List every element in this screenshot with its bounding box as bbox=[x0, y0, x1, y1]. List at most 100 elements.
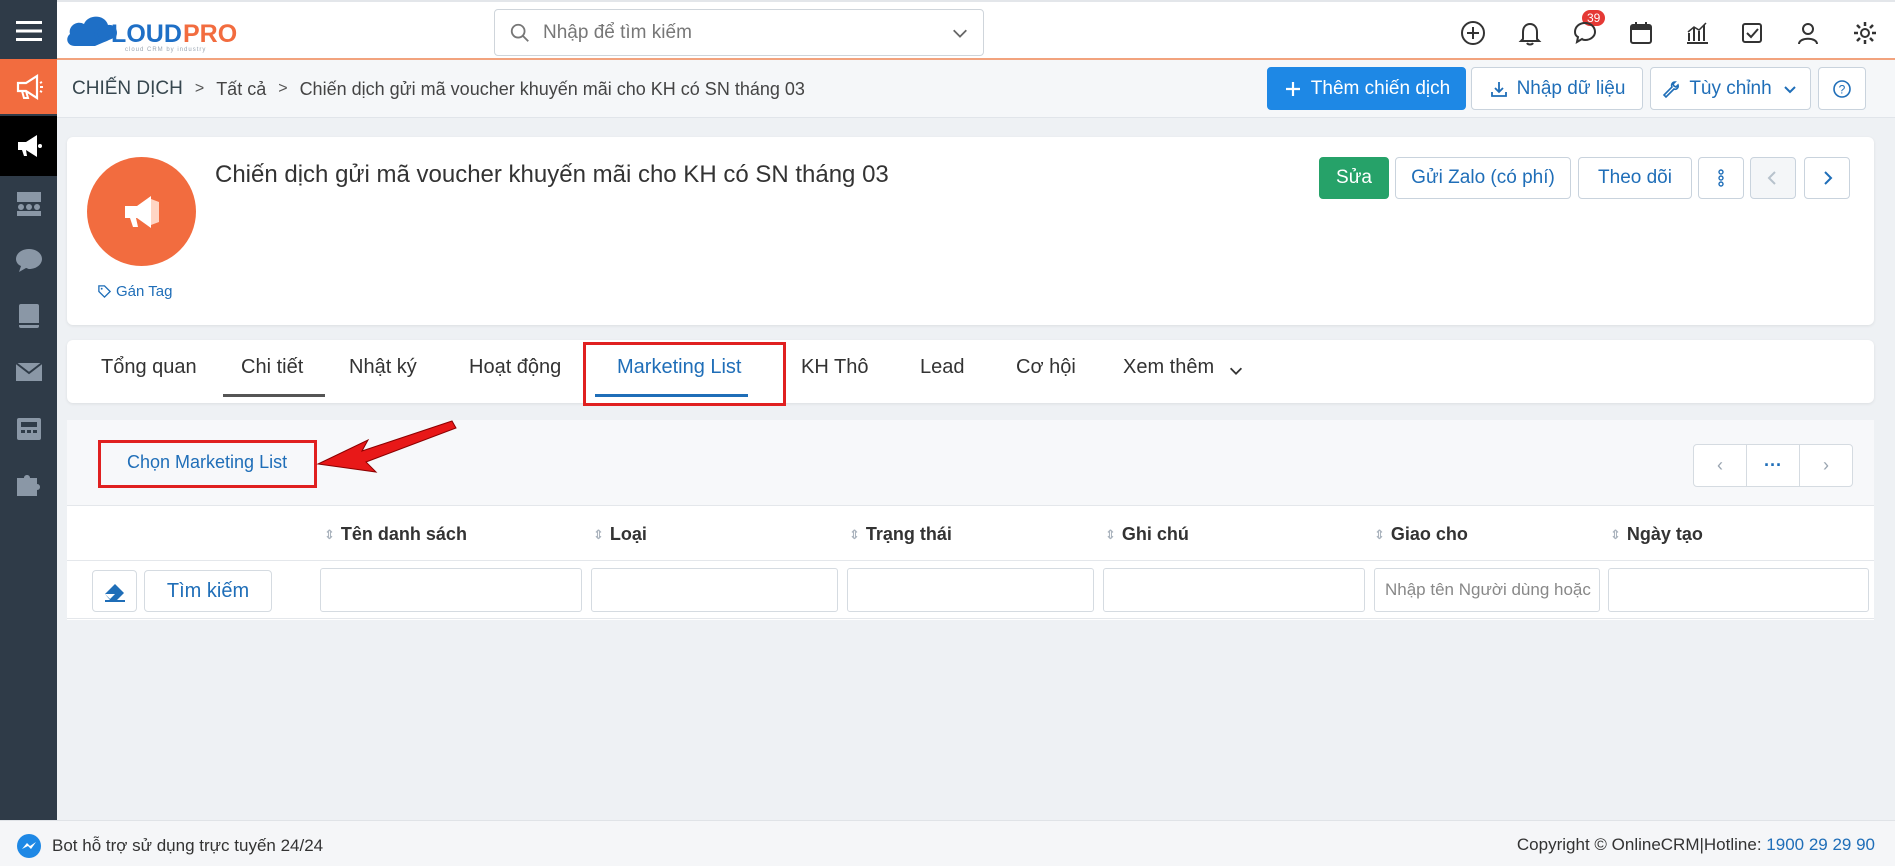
campaign-avatar bbox=[87, 157, 196, 266]
tab-details[interactable]: Chi tiết bbox=[241, 356, 303, 379]
filter-divider bbox=[67, 618, 1874, 619]
pager-more-button[interactable]: ··· bbox=[1747, 445, 1800, 486]
tab-log[interactable]: Nhật ký bbox=[349, 356, 417, 379]
sidebar-item-knowledge[interactable] bbox=[0, 288, 57, 344]
svg-text:CLOUD: CLOUD bbox=[93, 20, 182, 48]
sidebar-item-email[interactable] bbox=[0, 344, 57, 400]
hamburger-menu-icon[interactable] bbox=[0, 3, 57, 59]
column-label: Trạng thái bbox=[865, 524, 952, 544]
customize-dropdown[interactable]: Tùy chỉnh bbox=[1650, 67, 1811, 110]
chevron-down-icon[interactable] bbox=[951, 24, 969, 42]
notification-button[interactable] bbox=[1516, 19, 1544, 47]
edit-button[interactable]: Sửa bbox=[1319, 157, 1389, 199]
breadcrumb-all[interactable]: Tất cả bbox=[216, 79, 266, 100]
add-campaign-button[interactable]: Thêm chiến dịch bbox=[1267, 67, 1466, 110]
send-zalo-button[interactable]: Gửi Zalo (có phí) bbox=[1395, 157, 1571, 199]
column-header-type[interactable]: ⇕ Loại bbox=[593, 524, 647, 545]
tab-lead[interactable]: Lead bbox=[920, 356, 965, 379]
sidebar-item-plugins[interactable] bbox=[0, 456, 57, 512]
record-header-card: Gán Tag Chiến dịch gửi mã voucher khuyến… bbox=[67, 137, 1874, 325]
assign-tag-link[interactable]: Gán Tag bbox=[97, 283, 172, 300]
previous-record-button[interactable] bbox=[1750, 157, 1796, 199]
book-icon bbox=[18, 304, 39, 328]
next-record-button[interactable] bbox=[1804, 157, 1850, 199]
chevron-down-icon[interactable] bbox=[1227, 362, 1245, 380]
column-label: Tên danh sách bbox=[340, 524, 467, 544]
tab-details-underline bbox=[223, 394, 325, 397]
chart-icon bbox=[1687, 22, 1708, 44]
sidebar-item-fax[interactable] bbox=[0, 400, 57, 456]
search-filter-button[interactable]: Tìm kiếm bbox=[144, 570, 272, 612]
sidebar-item-meeting[interactable] bbox=[0, 176, 57, 232]
breadcrumb: CHIẾN DỊCH > Tất cả > Chiến dịch gửi mã … bbox=[72, 78, 805, 100]
send-zalo-label: Gửi Zalo (có phí) bbox=[1411, 167, 1555, 188]
global-search-box[interactable]: Nhập để tìm kiếm bbox=[494, 9, 984, 56]
tasks-button[interactable] bbox=[1738, 19, 1766, 47]
filter-type-input[interactable] bbox=[591, 568, 838, 612]
tab-opportunity[interactable]: Cơ hội bbox=[1016, 356, 1076, 379]
search-input[interactable]: Nhập để tìm kiếm bbox=[543, 22, 951, 44]
top-bar: CLOUD PRO cloud CRM by industry Nhập để … bbox=[57, 0, 1895, 60]
sort-icon: ⇕ bbox=[1105, 527, 1116, 542]
breadcrumb-module[interactable]: CHIẾN DỊCH bbox=[72, 78, 183, 100]
filter-created-date-input[interactable] bbox=[1608, 568, 1869, 612]
puzzle-icon bbox=[16, 475, 40, 496]
add-icon[interactable] bbox=[1459, 19, 1487, 47]
filter-assigned-to-input[interactable]: Nhập tên Người dùng hoặc bbox=[1374, 568, 1600, 612]
sidebar-item-chat[interactable] bbox=[0, 232, 57, 288]
download-icon bbox=[1490, 81, 1507, 97]
column-header-created-date[interactable]: ⇕ Ngày tạo bbox=[1610, 524, 1703, 545]
follow-button[interactable]: Theo dõi bbox=[1578, 157, 1692, 199]
assign-tag-label: Gán Tag bbox=[116, 283, 173, 300]
envelope-icon bbox=[14, 362, 43, 381]
chevron-right-icon: > bbox=[194, 80, 205, 97]
column-header-status[interactable]: ⇕ Trạng thái bbox=[849, 524, 952, 545]
reports-button[interactable] bbox=[1683, 19, 1711, 47]
import-data-label: Nhập dữ liệu bbox=[1516, 77, 1626, 99]
chevron-right-icon bbox=[1824, 171, 1833, 185]
tab-see-more[interactable]: Xem thêm bbox=[1123, 356, 1214, 379]
column-header-note[interactable]: ⇕ Ghi chú bbox=[1105, 524, 1189, 545]
settings-button[interactable] bbox=[1851, 19, 1879, 47]
support-bot-link[interactable]: Bot hỗ trợ sử dụng trực tuyến 24/24 bbox=[16, 833, 323, 859]
breadcrumb-current: Chiến dịch gửi mã voucher khuyến mãi cho… bbox=[299, 78, 805, 99]
more-actions-button[interactable] bbox=[1698, 157, 1744, 199]
column-label: Ngày tạo bbox=[1626, 524, 1703, 544]
messages-button[interactable] bbox=[1571, 19, 1599, 47]
tab-activities[interactable]: Hoạt động bbox=[469, 356, 561, 379]
column-header-list-name[interactable]: ⇕ Tên danh sách bbox=[324, 524, 467, 545]
sidebar-item-campaign[interactable] bbox=[0, 59, 57, 114]
fax-icon bbox=[16, 418, 41, 440]
svg-text:?: ? bbox=[1839, 82, 1846, 96]
profile-button[interactable] bbox=[1794, 19, 1822, 47]
record-title: Chiến dịch gửi mã voucher khuyến mãi cho… bbox=[215, 161, 889, 188]
copyright-text: Copyright © OnlineCRM|Hotline: 1900 29 2… bbox=[1517, 835, 1875, 855]
calendar-button[interactable] bbox=[1627, 19, 1655, 47]
pager-next-button[interactable]: › bbox=[1800, 445, 1852, 486]
filter-status-input[interactable] bbox=[847, 568, 1094, 612]
hotline-number[interactable]: 1900 29 29 90 bbox=[1766, 835, 1875, 854]
column-header-assigned-to[interactable]: ⇕ Giao cho bbox=[1374, 524, 1468, 545]
clear-filter-button[interactable] bbox=[92, 570, 137, 612]
chat-bubble-icon bbox=[15, 249, 42, 272]
filter-note-input[interactable] bbox=[1103, 568, 1365, 612]
help-button[interactable]: ? bbox=[1818, 67, 1866, 110]
filter-list-name-input[interactable] bbox=[320, 568, 582, 612]
tab-overview[interactable]: Tổng quan bbox=[101, 356, 197, 379]
pager-prev-button[interactable]: ‹ bbox=[1694, 445, 1747, 486]
megaphone-icon bbox=[124, 195, 159, 228]
wrench-icon bbox=[1663, 80, 1680, 98]
column-label: Ghi chú bbox=[1121, 524, 1189, 544]
user-icon bbox=[1798, 23, 1818, 45]
tab-raw-customers[interactable]: KH Thô bbox=[801, 356, 868, 379]
column-label: Loại bbox=[609, 524, 647, 544]
chat-icon bbox=[1573, 21, 1597, 45]
import-data-button[interactable]: Nhập dữ liệu bbox=[1471, 67, 1643, 110]
chevron-left-icon bbox=[1767, 171, 1776, 185]
sidebar-item-active-campaign[interactable] bbox=[0, 116, 57, 176]
sort-icon: ⇕ bbox=[593, 527, 604, 542]
cloudpro-logo[interactable]: CLOUD PRO cloud CRM by industry bbox=[65, 8, 275, 54]
svg-text:cloud CRM by industry: cloud CRM by industry bbox=[125, 47, 206, 53]
add-campaign-label: Thêm chiến dịch bbox=[1310, 77, 1451, 99]
eraser-icon bbox=[104, 584, 125, 602]
